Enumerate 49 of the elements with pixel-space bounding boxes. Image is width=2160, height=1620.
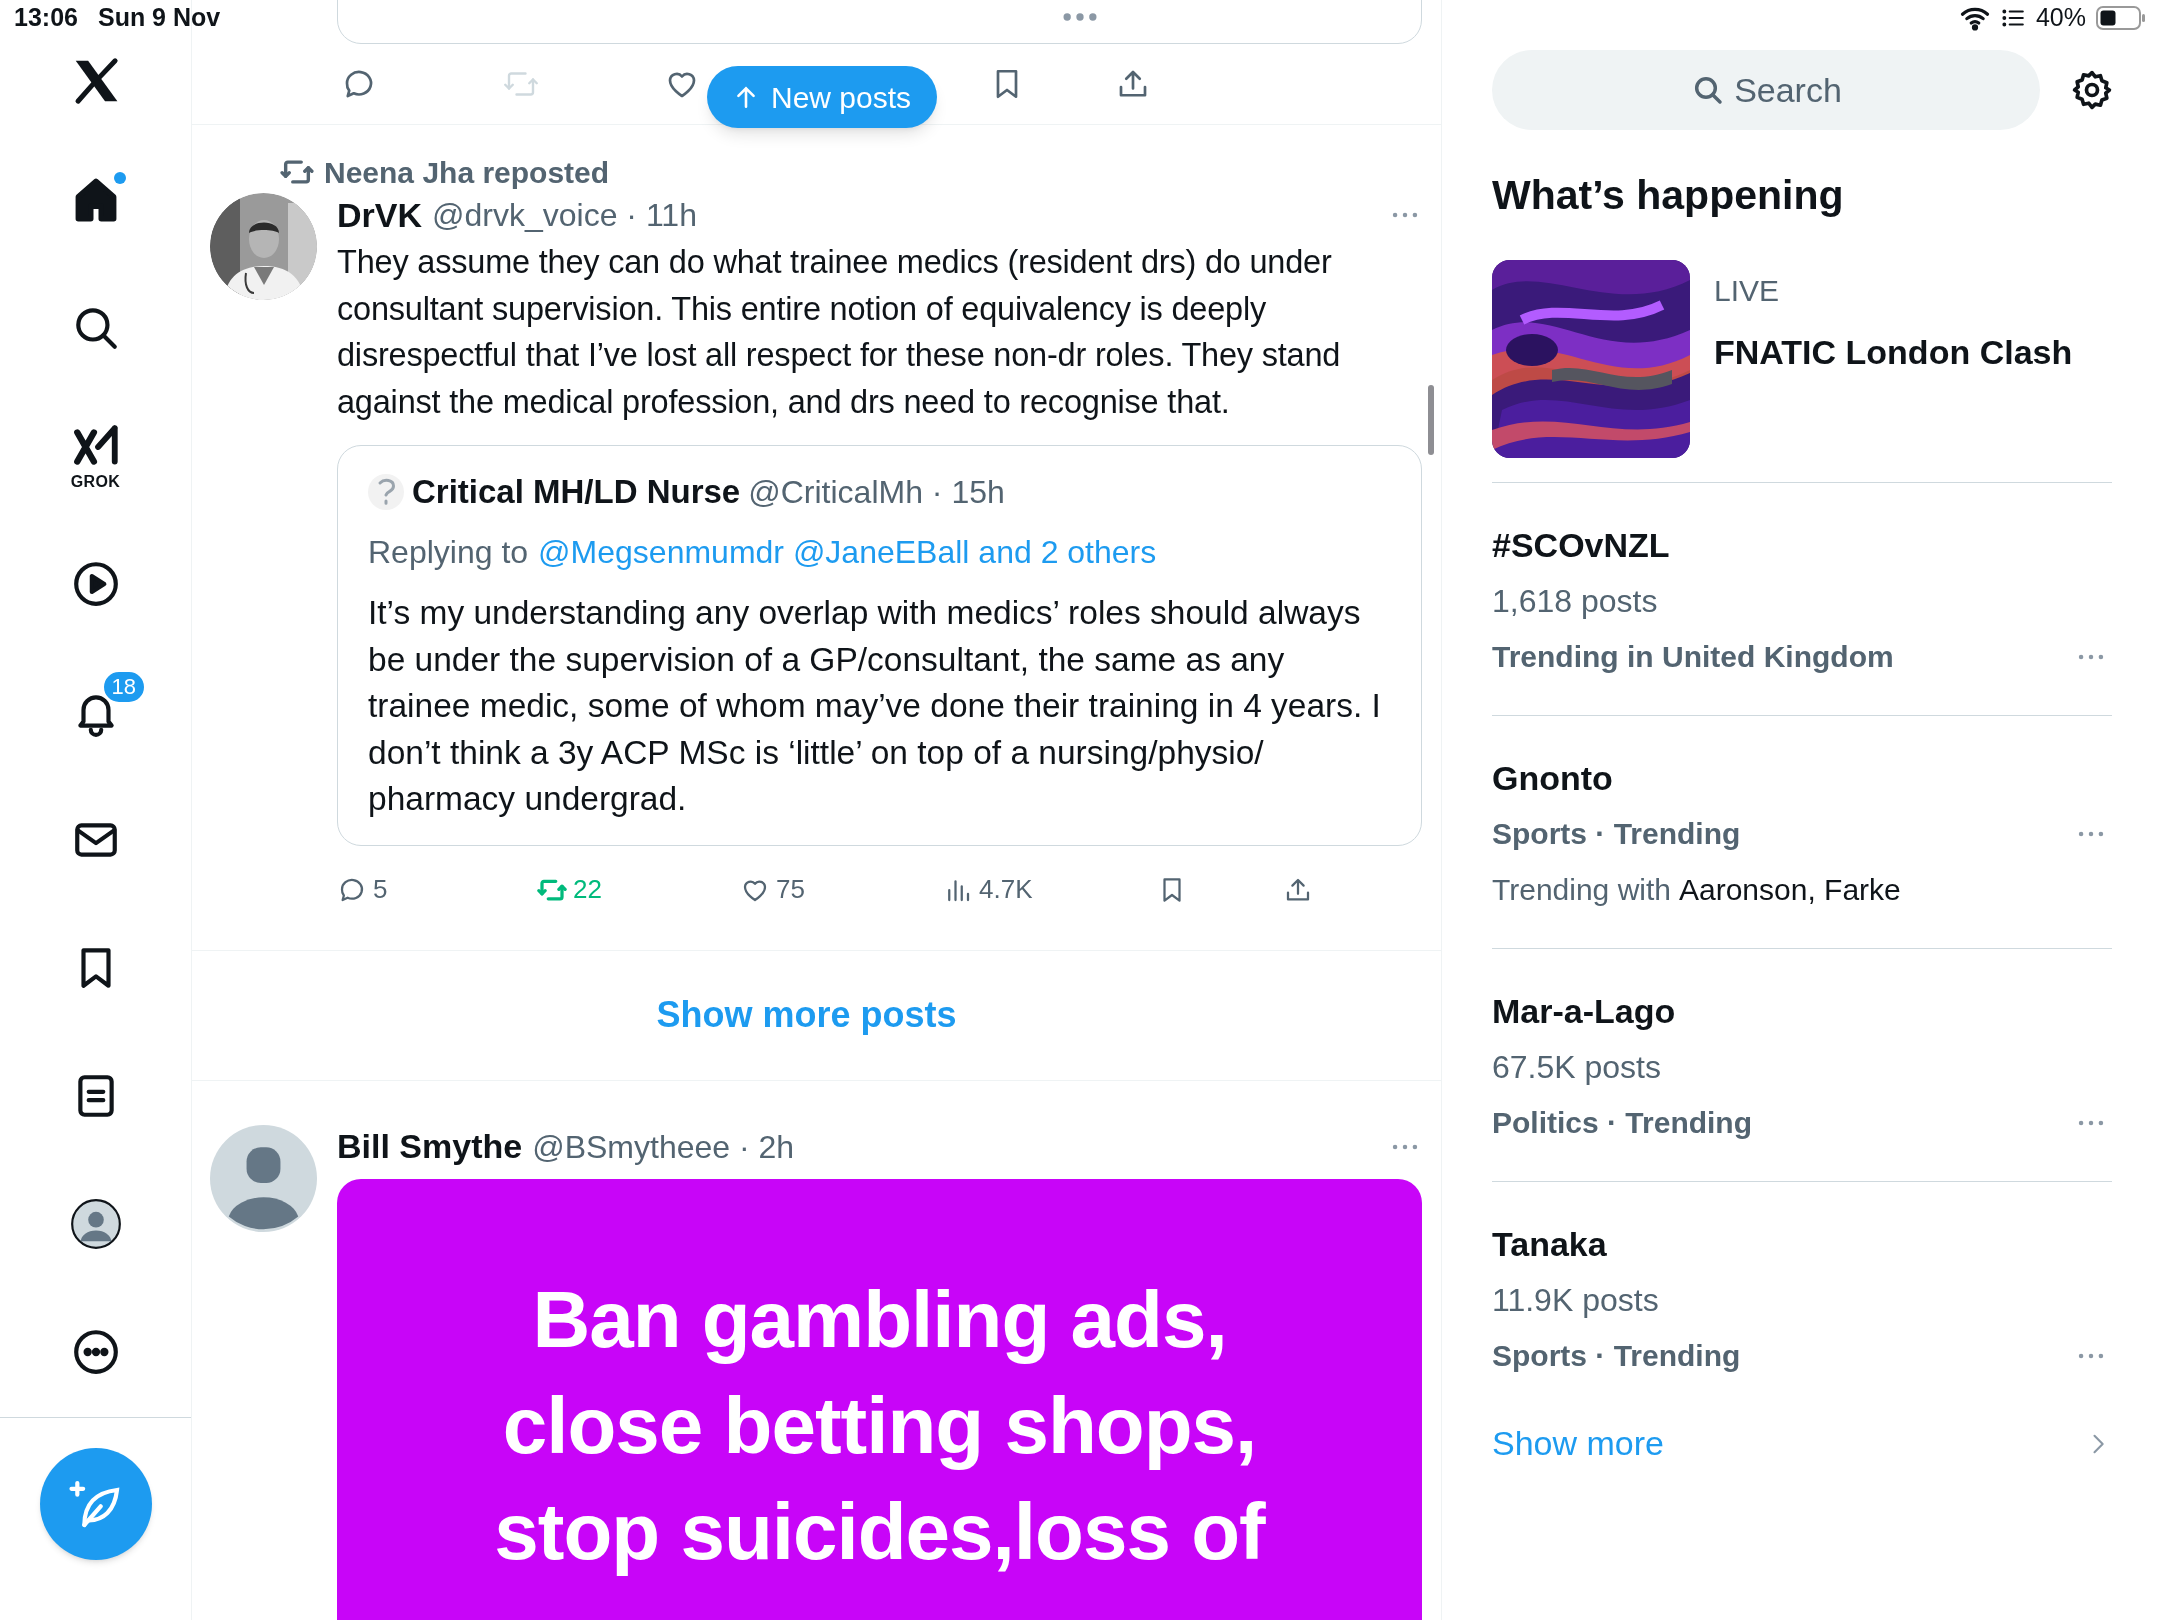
post-meta: @drvk_voice · 11h	[432, 196, 697, 235]
post-count: 1,618 posts	[1492, 582, 1659, 621]
trend-name: Tanaka	[1492, 1224, 1608, 1264]
grok-button[interactable]: GROK	[70, 422, 121, 490]
battery-percent: 40%	[2035, 2, 2086, 34]
image-text: Ban gambling ads, close betting shops, stop suicides,loss of	[493, 1273, 1267, 1578]
quoted-post-card[interactable]	[337, 445, 1422, 846]
post-meta: @BSmytheee · 2h	[532, 1127, 795, 1167]
trending-with-label: Trending with	[1492, 872, 1671, 908]
quoted-author-name: Critical MH/LD Nurse	[412, 472, 741, 513]
settings-icon[interactable]	[2070, 68, 2114, 112]
trend-name: Mar-a-Lago	[1492, 991, 1677, 1031]
bar-chart-button[interactable]: 4.7K	[943, 870, 1033, 909]
trend-category: Sports · Trending	[1492, 816, 1741, 852]
author-name[interactable]: DrVK	[337, 189, 423, 241]
grok-label: GROK	[70, 474, 121, 490]
event-title[interactable]: FNATIC London Clash	[1714, 327, 2073, 378]
trend-item[interactable]: Tanaka 11.9K posts Sports · Trending	[1492, 1182, 2112, 1414]
battery-icon	[2096, 5, 2146, 31]
avatar-icon	[368, 474, 404, 510]
search-field[interactable]: Search	[1492, 50, 2040, 130]
trend-category: Politics · Trending	[1492, 1105, 1753, 1141]
trend-item[interactable]: Gnonto Sports · Trending Trending with Aaronson, Farke	[1492, 716, 2112, 949]
repost-label: Neena Jha reposted	[324, 154, 610, 191]
status-date: Sun 9 Nov	[97, 2, 221, 34]
replying-label: Replying to	[368, 533, 529, 572]
search-icon	[1692, 74, 1724, 106]
post-text: They assume they can do what trainee medics (resident drs) do under consultant supervision. This entire notion of equivalency is deeply disrespectful that I’ve lost all respect for these non-dr roles. They stand against the medical profession, and drs need to recognise that.	[337, 243, 1342, 422]
notification-badge: 18	[101, 670, 146, 704]
author-name[interactable]: Bill Smythe	[337, 1121, 523, 1172]
related-names: Aaronson, Farke	[1679, 872, 1901, 908]
trend-name: Gnonto	[1492, 758, 1614, 798]
trend-item[interactable]: #SCOvNZL 1,618 posts Trending in United Kingdom	[1492, 483, 2112, 716]
reply-button[interactable]: 5	[337, 870, 388, 909]
avatar-icon	[210, 1124, 317, 1232]
post-count: 67.5K posts	[1492, 1048, 1662, 1087]
heart-button[interactable]: 75	[740, 870, 805, 909]
trend-item[interactable]: Mar-a-Lago 67.5K posts Politics · Trending	[1492, 949, 2112, 1182]
trend-category: Trending in United Kingdom	[1492, 639, 1894, 675]
live-label: LIVE	[1714, 273, 1781, 309]
media-image[interactable]: Ban gambling ads, close betting shops, stop suicides,loss of	[337, 1178, 1422, 1620]
trend-name: #SCOvNZL	[1492, 525, 1671, 565]
post-count: 11.9K posts	[1492, 1281, 1660, 1320]
scrollbar-thumb[interactable]	[1428, 385, 1434, 455]
quoted-post-text: It’s my understanding any overlap with medics’ roles should always be under the supervision of a GP/consultant, the same as any trainee medic, some of whom may’ve done their training in 4 years. I don’t think a 3y ACP MSc is ‘little’ on top of a nursing/physio/ pharmacy undergrad.	[368, 593, 1382, 819]
quoted-post-meta: @CriticalMh · 15h	[748, 473, 1005, 512]
trend-category: Sports · Trending	[1492, 1338, 1741, 1374]
section-heading: What’s happening	[1492, 171, 1845, 220]
avatar-icon[interactable]	[69, 1198, 122, 1250]
